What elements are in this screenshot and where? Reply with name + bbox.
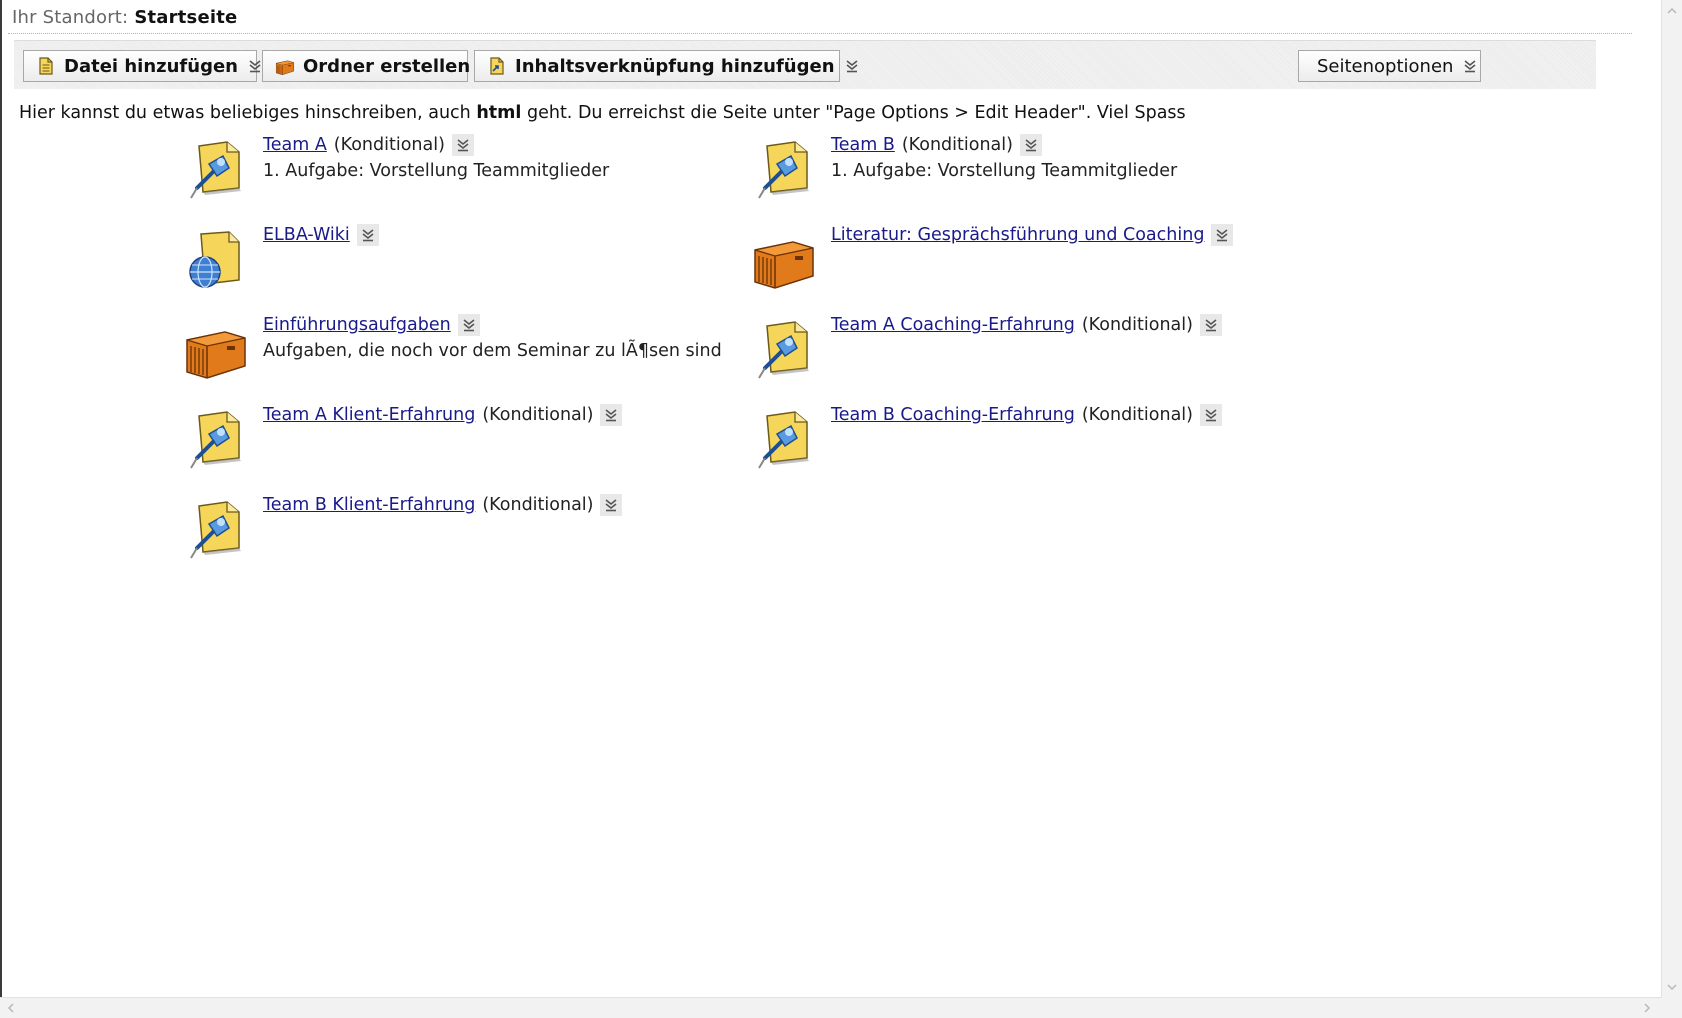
pushpin-document-icon[interactable]	[751, 316, 817, 382]
pushpin-document-icon[interactable]	[183, 136, 249, 202]
pushpin-document-icon[interactable]	[183, 496, 249, 562]
item-conditional: (Konditional)	[482, 495, 594, 515]
item-menu-button[interactable]	[1199, 404, 1222, 426]
breadcrumb-current: Startseite	[134, 7, 238, 28]
scroll-left-icon[interactable]	[4, 1001, 18, 1015]
chevron-down-icon	[456, 138, 470, 152]
item-link[interactable]: Team B Klient-Erfahrung	[263, 495, 475, 515]
breadcrumb: Ihr Standort: Startseite	[12, 7, 237, 28]
create-folder-button[interactable]: Ordner erstellen	[262, 50, 471, 82]
item-menu-button[interactable]	[1199, 314, 1222, 336]
add-content-link-label: Inhaltsverknüpfung hinzufügen	[515, 55, 835, 77]
chevron-down-icon	[1204, 408, 1218, 422]
chevron-down-icon	[1024, 138, 1038, 152]
item-conditional: (Konditional)	[482, 405, 594, 425]
folder-box-icon[interactable]	[183, 316, 249, 382]
item-description: 1. Aufgabe: Vorstellung Teammitglieder	[263, 161, 610, 181]
content-item-team-a-klient: Team A Klient-Erfahrung (Konditional)	[183, 404, 743, 484]
item-link[interactable]: Team B	[831, 135, 895, 155]
chevron-down-icon	[845, 59, 859, 73]
item-menu-button[interactable]	[1019, 134, 1042, 156]
content-item-team-b: Team B (Konditional) 1. Aufgabe: Vorstel…	[751, 134, 1311, 214]
vertical-scrollbar[interactable]	[1661, 0, 1682, 1018]
folder-icon	[275, 56, 295, 76]
header-text-before: Hier kannst du etwas beliebiges hinschre…	[19, 103, 471, 123]
chevron-down-icon	[248, 59, 262, 73]
item-menu-button[interactable]	[600, 404, 623, 426]
page-header-text: Hier kannst du etwas beliebiges hinschre…	[19, 103, 1186, 123]
add-file-button[interactable]: Datei hinzufügen	[23, 50, 257, 82]
link-document-icon	[487, 56, 507, 76]
content-item-team-a-coaching: Team A Coaching-Erfahrung (Konditional)	[751, 314, 1311, 394]
scroll-right-icon[interactable]	[1640, 1001, 1654, 1015]
item-link[interactable]: Literatur: Gesprächsführung und Coaching	[831, 225, 1204, 245]
page: Ihr Standort: Startseite Datei hinzufügen…	[0, 0, 1682, 1018]
content-item-team-b-coaching: Team B Coaching-Erfahrung (Konditional)	[751, 404, 1311, 484]
breadcrumb-label: Ihr Standort:	[12, 7, 129, 28]
item-description: 1. Aufgabe: Vorstellung Teammitglieder	[831, 161, 1178, 181]
horizontal-scrollbar[interactable]	[0, 997, 1662, 1018]
content-item-elba-wiki: ELBA-Wiki	[183, 224, 743, 304]
header-text-after: geht. Du erreichst die Seite unter "Page…	[526, 103, 1186, 123]
scroll-up-icon[interactable]	[1665, 4, 1679, 18]
add-file-label: Datei hinzufügen	[64, 55, 238, 77]
chevron-down-icon	[604, 498, 618, 512]
pushpin-document-icon[interactable]	[751, 136, 817, 202]
header-text-bold: html	[476, 103, 522, 123]
chevron-down-icon	[361, 228, 375, 242]
page-options-button[interactable]: Seitenoptionen	[1298, 50, 1481, 82]
item-conditional: (Konditional)	[1081, 315, 1193, 335]
create-folder-label: Ordner erstellen	[303, 55, 471, 77]
item-menu-button[interactable]	[457, 314, 480, 336]
toolbar: Datei hinzufügen Ordner erstellen Inhalt…	[14, 40, 1596, 89]
chevron-down-icon	[1463, 59, 1477, 73]
item-conditional: (Konditional)	[333, 135, 445, 155]
globe-document-icon[interactable]	[183, 226, 249, 292]
item-menu-button[interactable]	[1211, 224, 1234, 246]
item-conditional: (Konditional)	[901, 135, 1013, 155]
content-item-team-a: Team A (Konditional) 1. Aufgabe: Vorstel…	[183, 134, 743, 214]
item-menu-button[interactable]	[451, 134, 474, 156]
content-item-einfuehrungsaufgaben: Einführungsaufgaben Aufgaben, die noch v…	[183, 314, 743, 394]
content-item-team-b-klient: Team B Klient-Erfahrung (Konditional)	[183, 494, 743, 574]
item-conditional: (Konditional)	[1081, 405, 1193, 425]
item-menu-button[interactable]	[356, 224, 379, 246]
add-content-link-button[interactable]: Inhaltsverknüpfung hinzufügen	[474, 50, 840, 82]
page-options-label: Seitenoptionen	[1317, 55, 1454, 77]
folder-box-icon[interactable]	[751, 226, 817, 292]
item-link[interactable]: Team A Klient-Erfahrung	[263, 405, 475, 425]
item-link[interactable]: Team A	[263, 135, 327, 155]
content-item-literatur: Literatur: Gesprächsführung und Coaching	[751, 224, 1311, 304]
pushpin-document-icon[interactable]	[751, 406, 817, 472]
chevron-down-icon	[604, 408, 618, 422]
item-link[interactable]: Team B Coaching-Erfahrung	[831, 405, 1075, 425]
chevron-down-icon	[1204, 318, 1218, 332]
item-link[interactable]: ELBA-Wiki	[263, 225, 350, 245]
item-link[interactable]: Team A Coaching-Erfahrung	[831, 315, 1075, 335]
breadcrumb-divider	[8, 33, 1632, 34]
window-left-border	[0, 0, 2, 1018]
file-icon	[36, 56, 56, 76]
chevron-down-icon	[1215, 228, 1229, 242]
pushpin-document-icon[interactable]	[183, 406, 249, 472]
chevron-down-icon	[462, 318, 476, 332]
item-link[interactable]: Einführungsaufgaben	[263, 315, 451, 335]
scroll-down-icon[interactable]	[1665, 980, 1679, 994]
item-menu-button[interactable]	[600, 494, 623, 516]
item-description: Aufgaben, die noch vor dem Seminar zu lÃ…	[263, 341, 722, 361]
